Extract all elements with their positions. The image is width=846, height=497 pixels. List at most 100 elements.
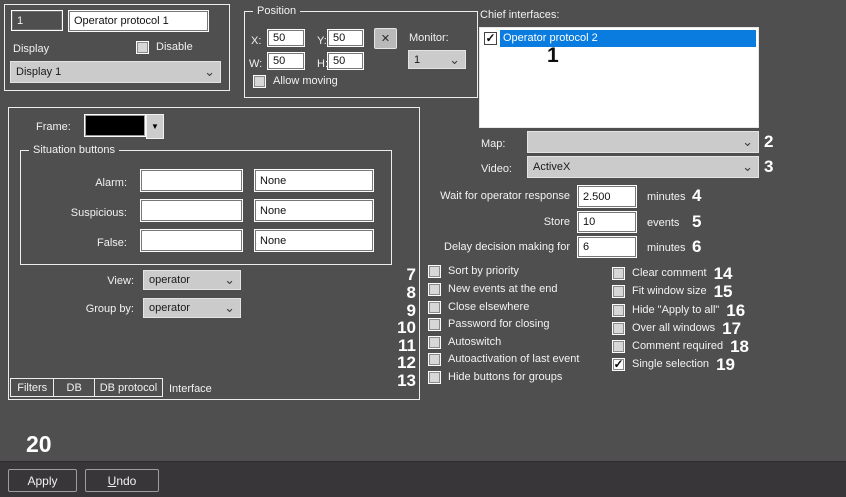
annotation-14: 14 — [714, 265, 733, 283]
annotation-4: 4 — [692, 187, 701, 205]
autoswitch-checkbox[interactable] — [428, 336, 441, 349]
close-icon: ✕ — [381, 32, 390, 45]
wait-response-input[interactable]: 2.500 — [577, 185, 637, 208]
tab-interface-active[interactable]: Interface — [169, 382, 212, 396]
video-select[interactable]: ActiveX ⌄ — [527, 156, 759, 178]
identity-groupbox: 1 Operator protocol 1 Display Disable Di… — [4, 4, 230, 91]
delay-decision-input[interactable]: 6 — [577, 236, 637, 258]
chevron-down-icon: ⌄ — [449, 55, 460, 65]
allow-moving-checkbox[interactable] — [253, 75, 266, 88]
alarm-input[interactable] — [140, 169, 243, 192]
frame-color-dropdown-button[interactable]: ▼ — [146, 114, 164, 139]
annotation-7: 7 — [361, 266, 416, 284]
checkbox-row-sort-by-priority[interactable]: Sort by priority — [428, 264, 519, 279]
w-label: W: — [249, 57, 262, 71]
undo-button[interactable]: Undo — [85, 469, 159, 492]
checkbox-row-fit-window-size[interactable]: Fit window size 15 — [612, 284, 733, 299]
hide-buttons-for-groups-checkbox[interactable] — [428, 371, 441, 384]
single-selection-checkbox[interactable]: ✓ — [612, 358, 625, 371]
protocol-id-input[interactable]: 1 — [11, 10, 63, 31]
view-label: View: — [34, 274, 134, 288]
suspicious-none-input[interactable]: None — [254, 199, 374, 222]
alarm-none-input[interactable]: None — [254, 169, 374, 192]
close-elsewhere-checkbox[interactable] — [428, 301, 441, 314]
autoactivation-last-event-label: Autoactivation of last event — [448, 353, 579, 366]
clear-position-button[interactable]: ✕ — [374, 28, 397, 49]
operator-protocol-settings-panel: { "identity": { "id_value": "1", "name_v… — [0, 0, 846, 496]
apply-button[interactable]: Apply — [8, 469, 77, 492]
y-input[interactable]: 50 — [327, 29, 364, 47]
sort-by-priority-checkbox[interactable] — [428, 265, 441, 278]
comment-required-label: Comment required — [632, 340, 723, 353]
checkbox-row-single-selection[interactable]: ✓ Single selection 19 — [612, 357, 735, 372]
fit-window-size-checkbox[interactable] — [612, 285, 625, 298]
clear-comment-checkbox[interactable] — [612, 267, 625, 280]
undo-button-label-rest: ndo — [116, 474, 136, 488]
over-all-windows-checkbox[interactable] — [612, 322, 625, 335]
bottom-tabstrip: Filters DB DB protocol — [10, 378, 163, 397]
annotation-13: 13 — [361, 372, 416, 390]
list-item-checkbox[interactable]: ✓ — [484, 32, 497, 45]
w-input[interactable]: 50 — [267, 52, 305, 70]
annotation-6: 6 — [692, 238, 701, 256]
single-selection-label: Single selection — [632, 358, 709, 371]
map-label: Map: — [481, 137, 505, 151]
disable-checkbox[interactable] — [136, 41, 149, 54]
protocol-name-input[interactable]: Operator protocol 1 — [68, 10, 209, 32]
list-item-operator-protocol-2[interactable]: ✓ Operator protocol 2 — [481, 30, 756, 47]
checkbox-row-close-elsewhere[interactable]: Close elsewhere — [428, 300, 529, 315]
situation-buttons-groupbox: Situation buttons Alarm: None Suspicious… — [20, 150, 392, 265]
checkbox-row-clear-comment[interactable]: Clear comment 14 — [612, 266, 733, 281]
over-all-windows-label: Over all windows — [632, 322, 715, 335]
password-for-closing-label: Password for closing — [448, 318, 550, 331]
hide-apply-to-all-label: Hide "Apply to all" — [632, 304, 719, 317]
video-label: Video: — [481, 162, 512, 176]
checkbox-row-hide-buttons-for-groups[interactable]: Hide buttons for groups — [428, 370, 562, 385]
disable-label: Disable — [156, 41, 193, 54]
checkbox-row-autoswitch[interactable]: Autoswitch — [428, 335, 501, 350]
autoactivation-last-event-checkbox[interactable] — [428, 353, 441, 366]
checkbox-row-comment-required[interactable]: Comment required 18 — [612, 339, 749, 354]
hide-apply-to-all-checkbox[interactable] — [612, 304, 625, 317]
checkbox-row-autoactivation-last-event[interactable]: Autoactivation of last event — [428, 352, 579, 367]
chevron-down-icon: ⌄ — [224, 275, 235, 285]
map-select[interactable]: ⌄ — [527, 131, 759, 153]
new-events-at-end-checkbox[interactable] — [428, 283, 441, 296]
allow-moving-label: Allow moving — [273, 75, 338, 88]
frame-color-swatch[interactable] — [84, 114, 146, 137]
monitor-select[interactable]: 1 ⌄ — [408, 50, 466, 69]
checkbox-row-password-for-closing[interactable]: Password for closing — [428, 317, 550, 332]
comment-required-checkbox[interactable] — [612, 340, 625, 353]
checkbox-row-new-events-at-end[interactable]: New events at the end — [428, 282, 557, 297]
password-for-closing-checkbox[interactable] — [428, 318, 441, 331]
false-none-input[interactable]: None — [254, 229, 374, 252]
tab-db[interactable]: DB — [54, 379, 94, 396]
store-input[interactable]: 10 — [577, 211, 637, 233]
view-select[interactable]: operator ⌄ — [143, 270, 241, 290]
checkbox-row-over-all-windows[interactable]: Over all windows 17 — [612, 321, 741, 336]
chevron-down-icon: ⌄ — [742, 137, 753, 147]
position-groupbox: Position X: 50 Y: 50 ✕ Monitor: W: 50 H:… — [244, 11, 478, 98]
annotation-12: 12 — [361, 354, 416, 372]
dropdown-arrow-icon: ▼ — [151, 123, 159, 131]
display-select[interactable]: Display 1 ⌄ — [10, 61, 221, 83]
group-by-select[interactable]: operator ⌄ — [143, 298, 241, 318]
suspicious-input[interactable] — [140, 199, 243, 222]
tab-filters[interactable]: Filters — [11, 379, 54, 396]
false-input[interactable] — [140, 229, 243, 252]
monitor-select-value: 1 — [414, 54, 420, 66]
chief-interfaces-listbox[interactable]: ✓ Operator protocol 2 1 — [479, 27, 759, 128]
annotation-18: 18 — [730, 338, 749, 356]
tab-db-protocol[interactable]: DB protocol — [95, 379, 162, 396]
x-input[interactable]: 50 — [267, 29, 305, 47]
footer-bar: Apply Undo — [0, 461, 846, 497]
h-input[interactable]: 50 — [327, 52, 364, 70]
monitor-label: Monitor: — [409, 31, 449, 45]
group-by-select-value: operator — [149, 302, 190, 314]
disable-checkbox-row[interactable]: Disable — [136, 40, 193, 55]
display-label: Display — [13, 42, 49, 56]
delay-decision-label: Delay decision making for — [420, 240, 570, 254]
chevron-down-icon: ⌄ — [224, 303, 235, 313]
allow-moving-checkbox-row[interactable]: Allow moving — [253, 74, 338, 89]
checkbox-row-hide-apply-to-all[interactable]: Hide "Apply to all" 16 — [612, 303, 745, 318]
